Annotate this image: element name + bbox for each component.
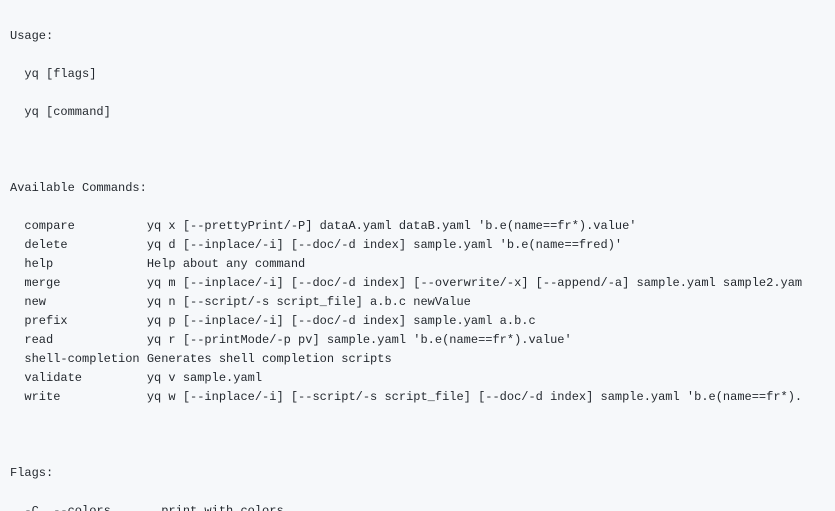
flags-header: Flags:	[10, 464, 825, 483]
command-row: write yq w [--inplace/-i] [--script/-s s…	[10, 388, 825, 407]
blank-line	[10, 141, 825, 160]
command-row: delete yq d [--inplace/-i] [--doc/-d ind…	[10, 236, 825, 255]
commands-header: Available Commands:	[10, 179, 825, 198]
command-row: help Help about any command	[10, 255, 825, 274]
usage-line: yq [command]	[10, 103, 825, 122]
usage-line: yq [flags]	[10, 65, 825, 84]
command-row: read yq r [--printMode/-p pv] sample.yam…	[10, 331, 825, 350]
command-row: merge yq m [--inplace/-i] [--doc/-d inde…	[10, 274, 825, 293]
command-row: prefix yq p [--inplace/-i] [--doc/-d ind…	[10, 312, 825, 331]
command-row: validate yq v sample.yaml	[10, 369, 825, 388]
usage-header: Usage:	[10, 27, 825, 46]
command-row: shell-completion Generates shell complet…	[10, 350, 825, 369]
command-row: new yq n [--script/-s script_file] a.b.c…	[10, 293, 825, 312]
blank-line	[10, 426, 825, 445]
command-row: compare yq x [--prettyPrint/-P] dataA.ya…	[10, 217, 825, 236]
flag-row: -C, --colors print with colors	[10, 502, 825, 511]
cli-help-output: Usage: yq [flags] yq [command] Available…	[0, 0, 835, 511]
